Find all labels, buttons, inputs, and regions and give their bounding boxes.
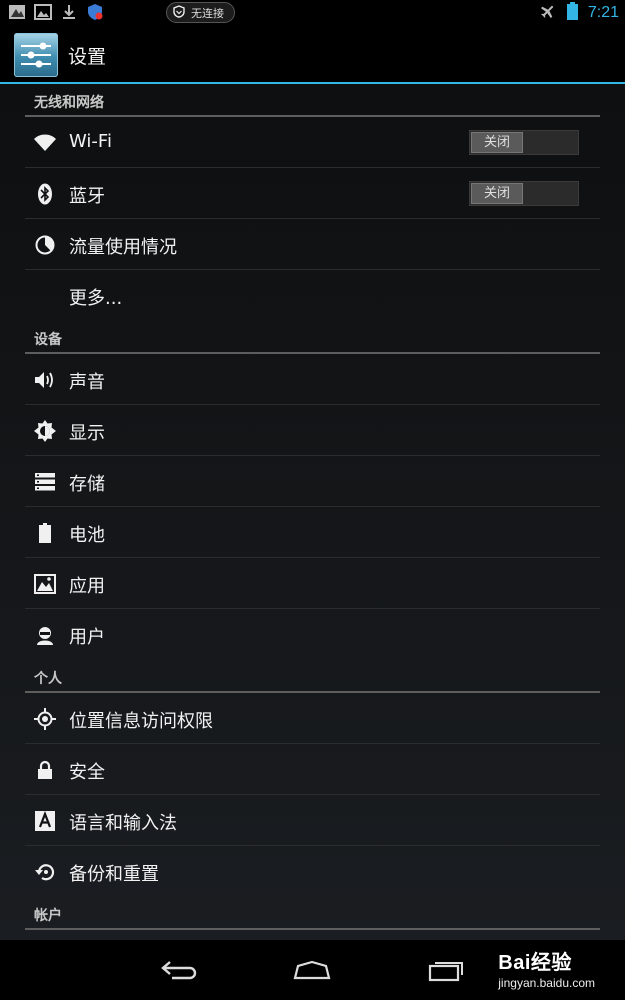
data-usage-icon bbox=[33, 233, 57, 257]
baidu-jingyan-watermark: Bai经验 jingyan.baidu.com bbox=[498, 946, 595, 990]
section-header-accounts: 帐户 bbox=[25, 897, 600, 930]
settings-item-storage[interactable]: 存储 bbox=[25, 456, 600, 507]
settings-item-wifi[interactable]: Wi-Fi 关闭 bbox=[25, 117, 600, 168]
settings-list[interactable]: 无线和网络 Wi-Fi 关闭 蓝牙 关闭 流量使用情况 更多... 设备 声音 … bbox=[0, 84, 625, 940]
wifi-toggle-state: 关闭 bbox=[471, 132, 523, 153]
section-header-label: 无线和网络 bbox=[34, 95, 104, 111]
settings-item-label: Wi-Fi bbox=[69, 131, 112, 152]
apps-icon bbox=[33, 572, 57, 596]
airplane-mode-icon bbox=[539, 2, 557, 24]
section-header-wireless: 无线和网络 bbox=[25, 84, 600, 117]
settings-item-label: 语言和输入法 bbox=[69, 813, 177, 834]
settings-item-location[interactable]: 位置信息访问权限 bbox=[25, 693, 600, 744]
connection-status: 无连接 bbox=[166, 2, 235, 23]
settings-item-label: 显示 bbox=[69, 423, 105, 444]
settings-item-backup-reset[interactable]: 备份和重置 bbox=[25, 846, 600, 897]
section-header-personal: 个人 bbox=[25, 660, 600, 693]
notification-icons bbox=[8, 3, 104, 21]
gallery-icon bbox=[34, 3, 52, 21]
shield-icon bbox=[173, 4, 185, 21]
watermark-url: jingyan.baidu.com bbox=[498, 976, 595, 990]
settings-item-label: 位置信息访问权限 bbox=[69, 711, 213, 732]
language-icon bbox=[33, 809, 57, 833]
status-bar: 无连接 7:21 bbox=[0, 0, 625, 26]
settings-item-label: 声音 bbox=[69, 372, 105, 393]
connection-status-text: 无连接 bbox=[191, 6, 224, 20]
home-icon[interactable] bbox=[288, 954, 336, 986]
settings-item-security[interactable]: 安全 bbox=[25, 744, 600, 795]
location-icon bbox=[33, 707, 57, 731]
settings-item-language[interactable]: 语言和输入法 bbox=[25, 795, 600, 846]
image-icon bbox=[8, 3, 26, 21]
action-bar: 设置 bbox=[0, 26, 625, 84]
settings-item-bluetooth[interactable]: 蓝牙 关闭 bbox=[25, 168, 600, 219]
watermark-brand: Bai经验 bbox=[498, 952, 572, 974]
back-icon[interactable] bbox=[156, 954, 204, 986]
page-title: 设置 bbox=[68, 46, 107, 68]
navigation-bar: Bai经验 jingyan.baidu.com bbox=[0, 940, 625, 1000]
battery-status-icon bbox=[566, 2, 578, 24]
settings-item-users[interactable]: 用户 bbox=[25, 609, 600, 660]
recents-icon[interactable] bbox=[422, 954, 470, 986]
settings-item-data-usage[interactable]: 流量使用情况 bbox=[25, 219, 600, 270]
sound-icon bbox=[33, 368, 57, 392]
storage-icon bbox=[33, 470, 57, 494]
section-header-label: 个人 bbox=[34, 671, 62, 687]
clock: 7:21 bbox=[587, 4, 619, 21]
display-icon bbox=[33, 419, 57, 443]
wifi-icon bbox=[33, 131, 57, 155]
bluetooth-toggle[interactable]: 关闭 bbox=[469, 181, 579, 206]
download-icon bbox=[60, 3, 78, 21]
settings-app-icon[interactable] bbox=[14, 33, 58, 77]
settings-item-more[interactable]: 更多... bbox=[25, 270, 600, 321]
wifi-toggle[interactable]: 关闭 bbox=[469, 130, 579, 155]
settings-item-label: 更多... bbox=[69, 288, 123, 309]
settings-item-label: 用户 bbox=[69, 627, 105, 648]
section-header-device: 设备 bbox=[25, 321, 600, 354]
battery-icon bbox=[33, 521, 57, 545]
section-header-label: 帐户 bbox=[34, 908, 62, 924]
section-header-label: 设备 bbox=[34, 332, 62, 348]
settings-item-label: 安全 bbox=[69, 762, 105, 783]
backup-icon bbox=[33, 860, 57, 884]
security-app-icon bbox=[86, 3, 104, 21]
settings-item-label: 备份和重置 bbox=[69, 864, 159, 885]
user-icon bbox=[33, 623, 57, 647]
lock-icon bbox=[33, 758, 57, 782]
settings-item-display[interactable]: 显示 bbox=[25, 405, 600, 456]
settings-item-label: 应用 bbox=[69, 576, 105, 597]
settings-item-sound[interactable]: 声音 bbox=[25, 354, 600, 405]
bluetooth-toggle-state: 关闭 bbox=[471, 183, 523, 204]
settings-item-label: 蓝牙 bbox=[69, 186, 105, 207]
settings-item-label: 存储 bbox=[69, 474, 105, 495]
settings-item-label: 电池 bbox=[69, 525, 105, 546]
settings-item-battery[interactable]: 电池 bbox=[25, 507, 600, 558]
settings-item-label: 流量使用情况 bbox=[69, 237, 177, 258]
settings-item-apps[interactable]: 应用 bbox=[25, 558, 600, 609]
bluetooth-icon bbox=[33, 182, 57, 206]
